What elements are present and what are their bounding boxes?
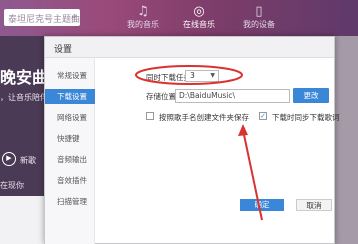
online-icon: ◎ [193, 4, 205, 19]
cancel-button[interactable]: 取消 [296, 199, 332, 211]
download-lyrics-checkbox[interactable]: ✓ [259, 112, 267, 120]
concurrent-downloads-value: 3 [190, 71, 195, 80]
nav-my-device[interactable]: ▯ 我的设备 [234, 4, 284, 30]
change-path-button[interactable]: 更改 [293, 88, 329, 103]
play-icon[interactable]: ▶ [2, 152, 16, 166]
dialog-titlebar: 设置 [45, 37, 334, 58]
category-network[interactable]: 网络设置 [45, 110, 95, 125]
category-shortcuts[interactable]: 快捷键 [45, 131, 95, 146]
dialog-title: 设置 [54, 45, 73, 55]
search-icon[interactable]: ⌕ [71, 11, 77, 22]
settings-category-list: 常规设置 下载设置 网络设置 快捷键 音频输出 音效插件 扫描管理 [45, 58, 95, 244]
background-lower-panel [0, 196, 50, 244]
category-audio-plugins[interactable]: 音效插件 [45, 173, 95, 188]
background-title: 晚安曲 [0, 68, 49, 87]
category-general[interactable]: 常规设置 [45, 68, 95, 83]
create-artist-folder-label: 按照歌手名创建文件夹保存 [159, 113, 249, 122]
category-audio-output[interactable]: 音频输出 [45, 152, 95, 167]
app-header: 泰坦尼克号主题曲 ⌕ ♫ 我的音乐 ◎ 在线音乐 ▯ 我的设备 [0, 0, 358, 36]
category-download[interactable]: 下载设置 [45, 89, 95, 104]
category-scan-management[interactable]: 扫描管理 [45, 194, 95, 209]
storage-path-input[interactable]: D:\BaiduMusic\ [175, 89, 290, 103]
nav-online-music[interactable]: ◎ 在线音乐 [174, 4, 224, 30]
nav-my-music[interactable]: ♫ 我的音乐 [118, 4, 168, 30]
concurrent-downloads-select[interactable]: 3 ▼ [185, 70, 219, 82]
nav-my-device-label: 我的设备 [243, 20, 275, 29]
settings-dialog: 设置 常规设置 下载设置 网络设置 快捷键 音频输出 音效插件 扫描管理 同时下… [44, 36, 340, 244]
background-right-strip [335, 36, 358, 244]
nav-my-music-label: 我的音乐 [127, 20, 159, 29]
create-artist-folder-checkbox[interactable] [146, 112, 154, 120]
download-lyrics-label: 下载时同步下载歌词 [272, 113, 340, 122]
music-icon: ♫ [137, 4, 149, 19]
background-text: 在现你 [0, 181, 24, 190]
background-new-label[interactable]: 新歌 [20, 155, 36, 166]
search-text: 泰坦尼克号主题曲 [8, 15, 80, 25]
nav-online-music-label: 在线音乐 [183, 20, 215, 29]
chevron-down-icon: ▼ [210, 72, 215, 79]
device-icon: ▯ [255, 4, 263, 19]
ok-button[interactable]: 确定 [240, 199, 284, 211]
search-input[interactable]: 泰坦尼克号主题曲 ⌕ [4, 9, 80, 26]
